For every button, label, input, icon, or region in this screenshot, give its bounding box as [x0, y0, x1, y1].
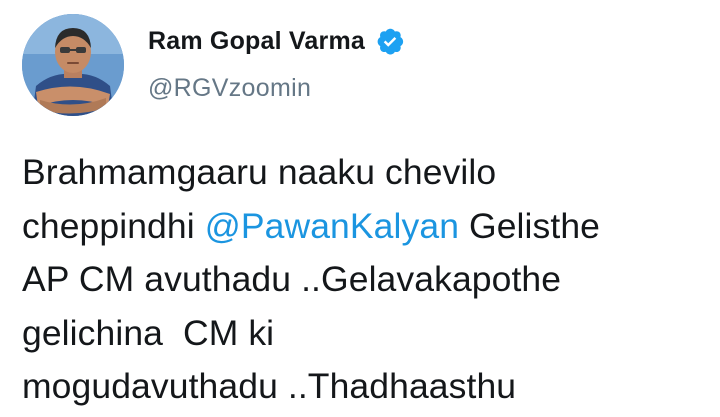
- verified-badge-icon: [375, 26, 405, 56]
- mention-link[interactable]: @PawanKalyan: [205, 206, 459, 246]
- tweet-text-segment: cheppindhi: [22, 205, 205, 246]
- avatar-photo: [22, 14, 124, 116]
- tweet-text: Brahmamgaaru naaku chevilo cheppindhi @P…: [22, 146, 712, 414]
- tweet-line-5: mogudavuthadu ..Thadhaasthu: [22, 360, 712, 414]
- tweet-line-4: gelichina CM ki: [22, 307, 712, 361]
- user-handle[interactable]: @RGVzoomin: [148, 74, 311, 103]
- tweet-line-3: AP CM avuthadu ..Gelavakapothe: [22, 253, 712, 307]
- user-name-row: Ram Gopal Varma: [148, 26, 405, 56]
- tweet-text-segment: gelichina CM ki: [22, 312, 275, 353]
- tweet-text-segment: AP CM avuthadu ..Gelavakapothe: [22, 259, 562, 299]
- display-name[interactable]: Ram Gopal Varma: [148, 27, 365, 56]
- tweet-card: Ram Gopal Varma @RGVzoomin Brahmamgaaru …: [0, 0, 720, 417]
- tweet-line-2: cheppindhi @PawanKalyan Gelisthe: [22, 200, 712, 254]
- tweet-text-segment: Gelisthe: [459, 205, 601, 246]
- tweet-line-1: Brahmamgaaru naaku chevilo: [22, 146, 712, 200]
- avatar[interactable]: [22, 14, 124, 116]
- tweet-text-segment: mogudavuthadu ..Thadhaasthu: [22, 366, 517, 406]
- tweet-text-segment: Brahmamgaaru naaku chevilo: [22, 152, 497, 192]
